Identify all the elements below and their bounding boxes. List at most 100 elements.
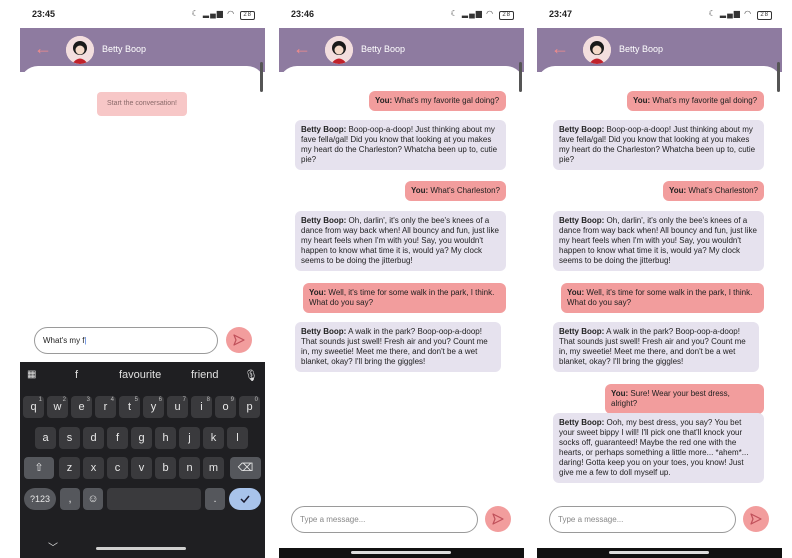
suggestion-2[interactable]: favourite (119, 369, 161, 381)
key-m[interactable]: m (203, 457, 224, 479)
send-button[interactable] (743, 506, 769, 532)
key-w[interactable]: w2 (47, 396, 68, 418)
send-button[interactable] (226, 327, 252, 353)
battery-icon: 28 (499, 11, 514, 20)
key-label: i (200, 401, 203, 413)
status-icons: ☾ ▂▄▆ ◠ 28 (709, 9, 772, 20)
key-y[interactable]: y6 (143, 396, 164, 418)
message-input-placeholder: Type a message... (558, 515, 624, 524)
key-p[interactable]: p0 (239, 396, 260, 418)
key-hint: 3 (86, 397, 90, 403)
key-s[interactable]: s (59, 427, 80, 449)
start-conversation-button[interactable]: Start the conversation! (97, 92, 187, 116)
key-f[interactable]: f (107, 427, 128, 449)
contact-name: Betty Boop (361, 44, 406, 54)
gesture-bar (609, 551, 709, 554)
microphone-icon[interactable]: 🎙 (244, 369, 258, 382)
suggestion-3[interactable]: friend (191, 369, 219, 381)
back-arrow-icon[interactable]: ← (293, 39, 311, 57)
comma-key[interactable]: , (60, 488, 80, 510)
key-d[interactable]: d (83, 427, 104, 449)
avatar (583, 36, 611, 64)
key-hint: 4 (110, 397, 114, 403)
contact-name: Betty Boop (619, 44, 664, 54)
message-input[interactable]: Type a message... (549, 506, 736, 533)
key-label: p (246, 401, 253, 413)
message-bubble-user: You: What's Charleston? (663, 181, 764, 201)
key-x[interactable]: x (83, 457, 104, 479)
key-g[interactable]: g (131, 427, 152, 449)
key-l[interactable]: l (227, 427, 248, 449)
shift-key[interactable]: ⇧ (24, 457, 54, 479)
scrollbar[interactable] (519, 62, 522, 92)
scrollbar[interactable] (777, 62, 780, 92)
status-time: 23:46 (291, 9, 315, 19)
status-time: 23:45 (32, 9, 56, 19)
key-r[interactable]: r4 (95, 396, 116, 418)
key-label: u (174, 401, 181, 413)
message-input-value: What's my f (43, 336, 85, 345)
key-label: r (103, 401, 108, 413)
keyboard: ▦ f favourite friend 🎙 q1w2e3r4t5y6u7i8o… (20, 362, 265, 558)
send-icon (750, 513, 762, 525)
check-icon (240, 495, 250, 504)
key-z[interactable]: z (59, 457, 80, 479)
suggestion-bar: ▦ f favourite friend 🎙 (20, 362, 265, 388)
key-u[interactable]: u7 (167, 396, 188, 418)
key-label: t (127, 401, 132, 413)
message-bubble-bot: Betty Boop: A walk in the park? Boop-oop… (295, 322, 501, 372)
message-bubble-user: You: Well, it's time for some walk in th… (561, 283, 764, 313)
suggestion-1[interactable]: f (75, 369, 78, 381)
message-bubble-bot: Betty Boop: Oh, darlin', it's only the b… (553, 211, 764, 271)
back-arrow-icon[interactable]: ← (551, 39, 569, 57)
hide-keyboard-icon[interactable]: ﹀ (48, 539, 58, 554)
key-o[interactable]: o9 (215, 396, 236, 418)
key-q[interactable]: q1 (23, 396, 44, 418)
message-input[interactable]: Type a message... (291, 506, 478, 533)
enter-key[interactable] (229, 488, 261, 510)
avatar (325, 36, 353, 64)
status-time: 23:47 (549, 9, 573, 19)
apps-grid-icon[interactable]: ▦ (27, 369, 36, 380)
scrollbar[interactable] (260, 62, 263, 92)
send-button[interactable] (485, 506, 511, 532)
key-label: q (30, 401, 37, 413)
emoji-key[interactable]: ☺ (83, 488, 103, 510)
message-bubble-user: You: What's my favorite gal doing? (369, 91, 506, 111)
chat-screen-3: 23:47 ☾ ▂▄▆ ◠ 28 ← Betty Boop You: What'… (537, 0, 782, 558)
gesture-bar (351, 551, 451, 554)
key-v[interactable]: v (131, 457, 152, 479)
key-h[interactable]: h (155, 427, 176, 449)
key-c[interactable]: c (107, 457, 128, 479)
contact-name: Betty Boop (102, 44, 147, 54)
key-a[interactable]: a (35, 427, 56, 449)
text-cursor: | (84, 336, 87, 345)
status-bar: 23:46 ☾ ▂▄▆ ◠ 28 (279, 0, 524, 28)
key-n[interactable]: n (179, 457, 200, 479)
backspace-key[interactable]: ⌫ (230, 457, 261, 479)
message-input[interactable]: What's my f| (34, 327, 218, 354)
key-hint: 6 (158, 397, 162, 403)
key-e[interactable]: e3 (71, 396, 92, 418)
battery-icon: 28 (757, 11, 772, 20)
key-j[interactable]: j (179, 427, 200, 449)
key-t[interactable]: t5 (119, 396, 140, 418)
key-b[interactable]: b (155, 457, 176, 479)
message-bubble-user: You: What's Charleston? (405, 181, 506, 201)
send-icon (492, 513, 504, 525)
message-bubble-user: You: Sure! Wear your best dress, alright… (605, 384, 764, 414)
message-bubble-bot: Betty Boop: Oh, darlin', it's only the b… (295, 211, 506, 271)
key-i[interactable]: i8 (191, 396, 212, 418)
send-icon (233, 334, 245, 346)
space-key[interactable] (107, 488, 201, 510)
key-hint: 0 (254, 397, 258, 403)
status-icons: ☾ ▂▄▆ ◠ 28 (451, 9, 514, 20)
message-bubble-bot: Betty Boop: Boop-oop-a-doop! Just thinki… (553, 120, 764, 170)
period-key[interactable]: . (205, 488, 225, 510)
avatar (66, 36, 94, 64)
back-arrow-icon[interactable]: ← (34, 39, 52, 57)
key-hint: 9 (230, 397, 234, 403)
key-k[interactable]: k (203, 427, 224, 449)
key-hint: 2 (62, 397, 66, 403)
symbols-key[interactable]: ?123 (24, 488, 56, 510)
